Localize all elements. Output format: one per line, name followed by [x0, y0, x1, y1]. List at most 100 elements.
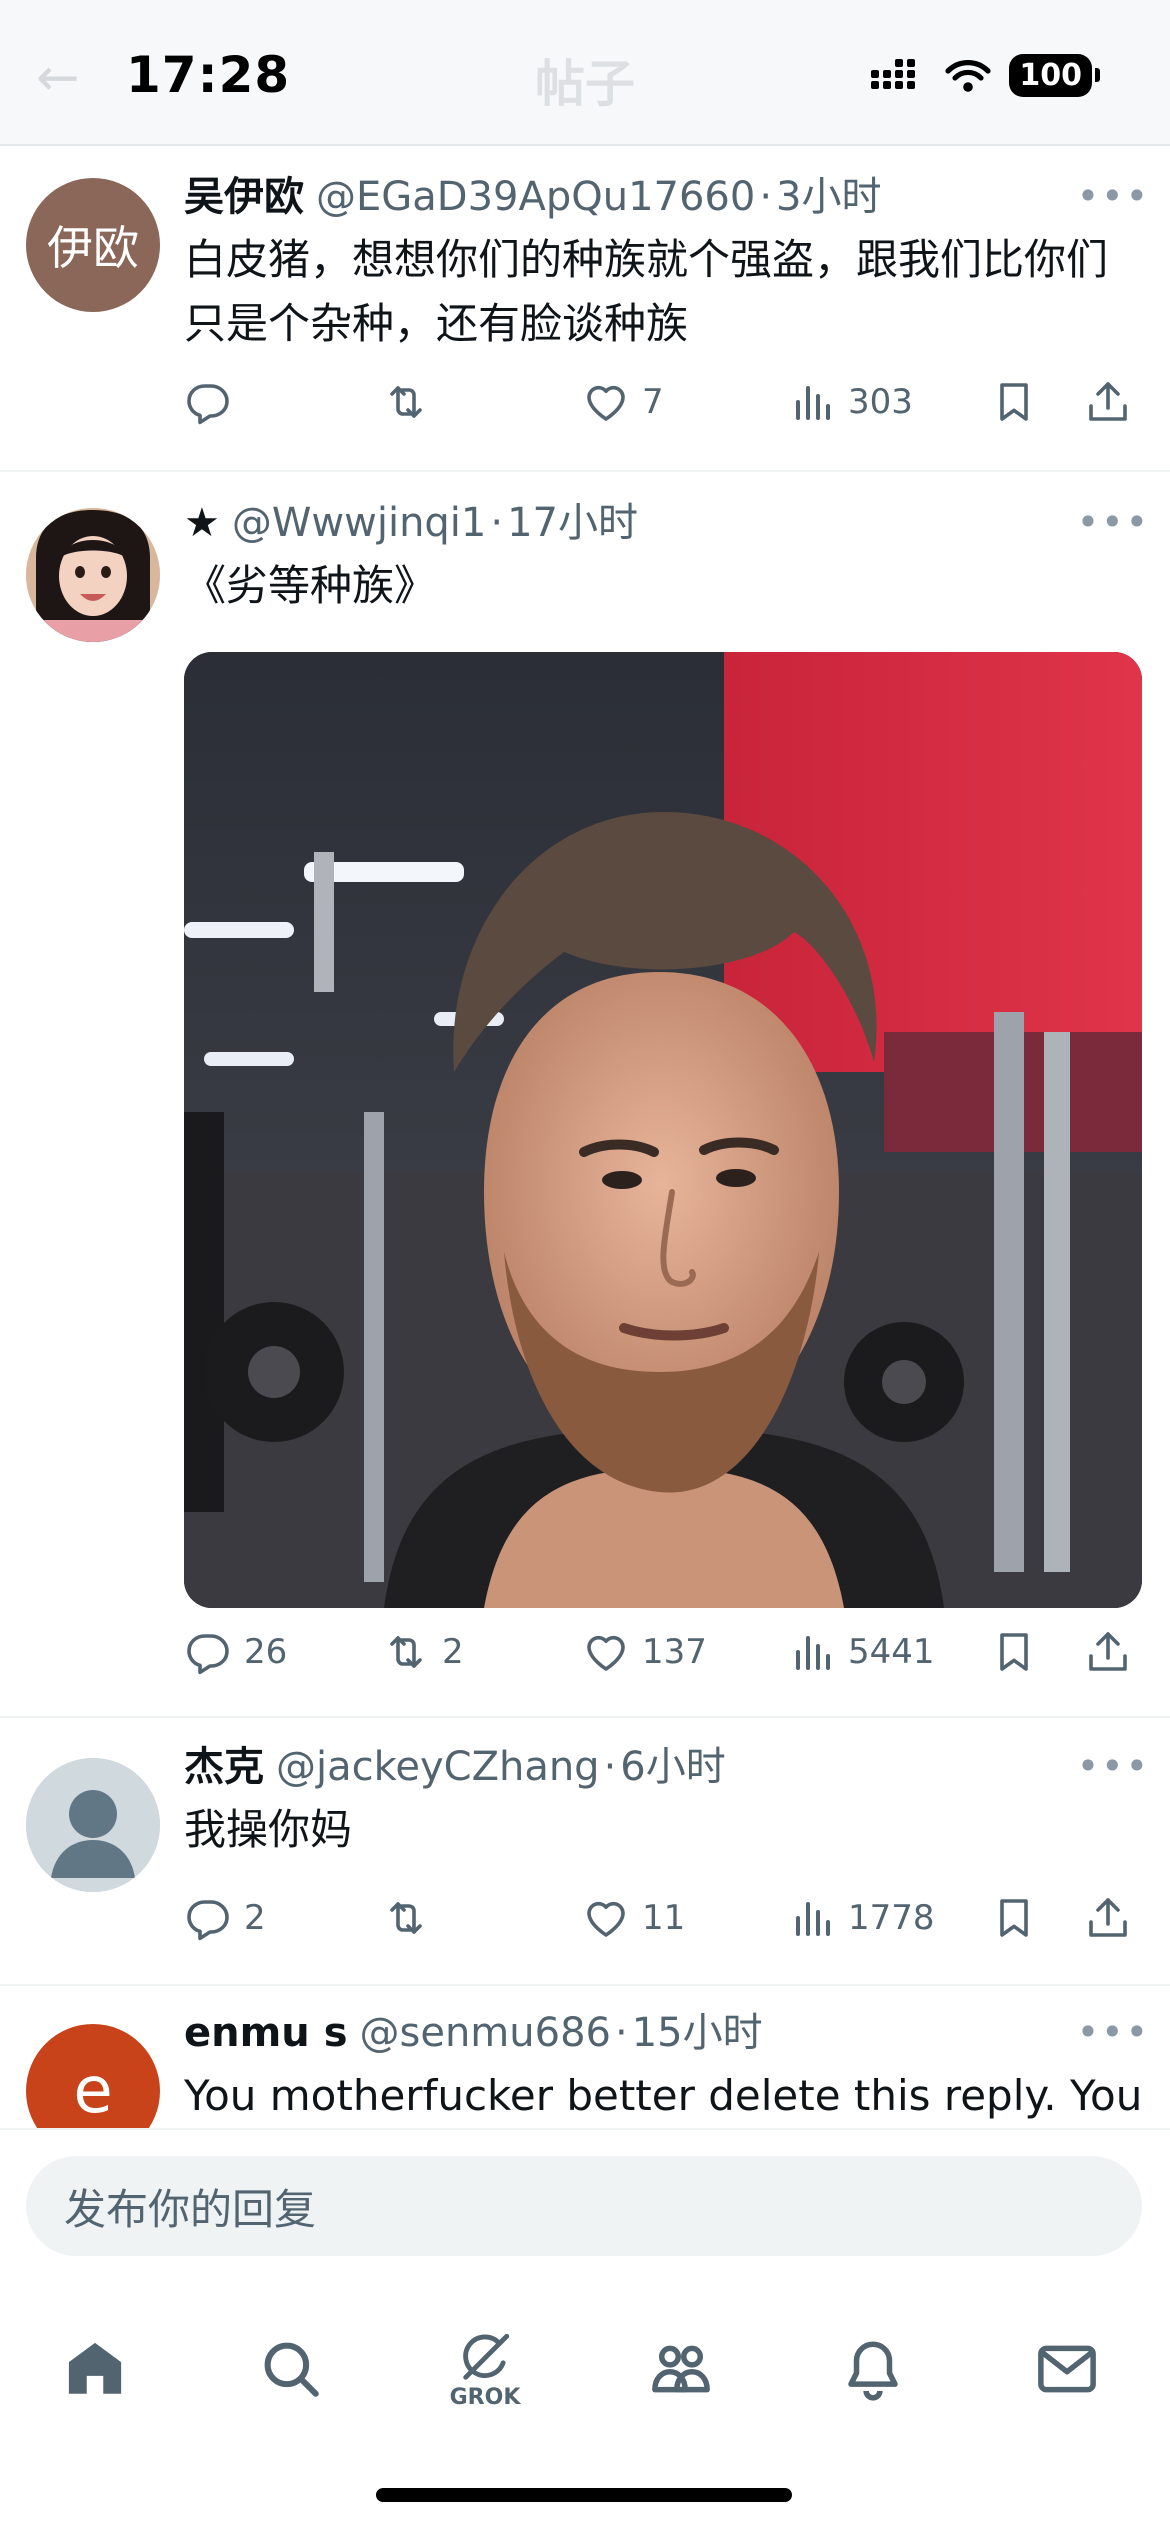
bookmark-icon — [990, 378, 1038, 426]
more-options-icon[interactable]: ••• — [1077, 500, 1150, 544]
tweet-time: 3小时 — [776, 174, 882, 220]
reply-button[interactable] — [184, 378, 244, 426]
tab-notifications[interactable] — [808, 2314, 938, 2424]
grok-icon — [463, 2333, 510, 2380]
status-icons: 100 — [871, 54, 1100, 97]
views-chart-icon — [788, 1628, 836, 1676]
reply-button[interactable]: 26 — [184, 1628, 287, 1676]
battery-indicator: 100 — [1009, 54, 1100, 97]
tweet-text: You motherfucker better delete this repl… — [184, 2071, 1142, 2120]
tweet-time: 6小时 — [620, 1744, 726, 1790]
grok-label: GROK — [449, 2384, 521, 2410]
bookmark-icon — [990, 1628, 1038, 1676]
tab-grok[interactable]: GROK — [420, 2314, 550, 2424]
user-handle[interactable]: @senmu686 — [360, 2008, 611, 2058]
status-time: 17:28 — [126, 46, 291, 104]
bookmark-icon — [990, 1894, 1038, 1942]
display-name[interactable]: enmu s — [184, 2008, 348, 2058]
tweet-text: 《劣等种族》 — [184, 561, 437, 610]
user-handle[interactable]: @Wwwjinqi1 — [232, 498, 487, 548]
heart-icon — [582, 1628, 630, 1676]
retweet-icon — [382, 1894, 430, 1942]
tweet-header: enmu s @senmu686 · 15小时 — [184, 2008, 763, 2058]
bookmark-button[interactable] — [990, 1628, 1038, 1676]
tweet-actions: 2 11 1778 — [184, 1894, 1142, 1954]
home-icon — [68, 2342, 122, 2394]
avatar-text: 伊欧 — [47, 221, 139, 275]
retweet-button[interactable] — [382, 378, 442, 426]
bell-icon — [848, 2341, 898, 2401]
tweet-actions: 26 2 137 5441 — [184, 1628, 1142, 1688]
reply-placeholder: 发布你的回复 — [64, 2184, 317, 2234]
user-handle[interactable]: @jackeyCZhang — [276, 1742, 600, 1792]
bookmark-button[interactable] — [990, 1894, 1038, 1942]
tab-communities[interactable] — [616, 2314, 746, 2424]
default-avatar-icon — [26, 1758, 160, 1892]
retweet-icon — [382, 378, 430, 426]
reply-button[interactable]: 2 — [184, 1894, 266, 1942]
like-button[interactable]: 7 — [582, 378, 664, 426]
tab-home[interactable] — [30, 2314, 160, 2424]
share-button[interactable] — [1084, 1628, 1132, 1676]
views-button[interactable]: 1778 — [788, 1894, 935, 1942]
mail-icon — [1038, 2345, 1096, 2393]
share-button[interactable] — [1084, 378, 1132, 426]
display-name[interactable]: ★ — [184, 498, 220, 548]
avatar[interactable]: 伊欧 — [26, 178, 160, 312]
cellular-signal-icon — [871, 58, 916, 89]
reply-tweet[interactable]: 杰克 @jackeyCZhang · 6小时 我操你妈 ••• 2 11 177… — [0, 1720, 1170, 1986]
reply-tweet[interactable]: 伊欧 吴伊欧 @EGaD39ApQu17660 · 3小时 白皮猪，想想你们的种… — [0, 148, 1170, 472]
retweet-icon — [382, 1628, 430, 1676]
user-handle[interactable]: @EGaD39ApQu17660 — [316, 172, 755, 222]
more-options-icon[interactable]: ••• — [1077, 2010, 1150, 2054]
top-bar: ← 帖子 17:28 100 — [0, 0, 1170, 146]
retweet-button[interactable] — [382, 1894, 442, 1942]
gym-selfie-photo — [184, 652, 1142, 1608]
display-name[interactable]: 吴伊欧 — [184, 172, 304, 222]
tweet-header: 吴伊欧 @EGaD39ApQu17660 · 3小时 — [184, 172, 882, 222]
tweet-header: 杰克 @jackeyCZhang · 6小时 — [184, 1742, 726, 1792]
retweet-button[interactable]: 2 — [382, 1628, 464, 1676]
views-chart-icon — [788, 1894, 836, 1942]
reply-icon — [184, 1894, 232, 1942]
tab-search[interactable] — [226, 2314, 356, 2424]
avatar-text: e — [73, 2054, 113, 2128]
display-name[interactable]: 杰克 — [184, 1742, 264, 1792]
reply-tweet[interactable]: e enmu s @senmu686 · 15小时 You motherfuck… — [0, 1988, 1170, 2128]
tweet-time: 17小时 — [507, 500, 638, 546]
bookmark-button[interactable] — [990, 378, 1038, 426]
heart-icon — [582, 1894, 630, 1942]
tweet-text: 白皮猪，想想你们的种族就个强盗，跟我们比你们只是个杂种，还有脸谈种族 — [184, 235, 1109, 348]
more-options-icon[interactable]: ••• — [1077, 174, 1150, 218]
reply-input[interactable]: 发布你的回复 — [26, 2156, 1142, 2256]
avatar[interactable]: e — [26, 2024, 160, 2128]
share-icon — [1084, 378, 1132, 426]
avatar-photo — [26, 508, 160, 642]
avatar[interactable] — [26, 1758, 160, 1892]
communities-icon — [652, 2345, 710, 2393]
tweet-image[interactable] — [184, 652, 1142, 1608]
reply-tweet[interactable]: ★ @Wwwjinqi1 · 17小时 《劣等种族》 ••• 26 2 137 … — [0, 474, 1170, 1718]
home-indicator — [376, 2488, 792, 2502]
share-button[interactable] — [1084, 1894, 1132, 1942]
tweet-time: 15小时 — [631, 2010, 763, 2056]
like-button[interactable]: 137 — [582, 1628, 707, 1676]
tab-messages[interactable] — [1002, 2314, 1132, 2424]
tweet-header: ★ @Wwwjinqi1 · 17小时 — [184, 498, 638, 548]
wifi-icon — [945, 59, 991, 92]
more-options-icon[interactable]: ••• — [1077, 1744, 1150, 1788]
reply-composer: 发布你的回复 — [0, 2128, 1170, 2290]
search-icon — [264, 2342, 319, 2397]
heart-icon — [582, 378, 630, 426]
views-chart-icon — [788, 378, 836, 426]
tweet-actions: 7 303 — [184, 378, 1142, 438]
like-button[interactable]: 11 — [582, 1894, 685, 1942]
reply-icon — [184, 1628, 232, 1676]
share-icon — [1084, 1894, 1132, 1942]
views-button[interactable]: 5441 — [788, 1628, 935, 1676]
share-icon — [1084, 1628, 1132, 1676]
avatar[interactable] — [26, 508, 160, 642]
tweet-text: 我操你妈 — [184, 1805, 353, 1854]
reply-icon — [184, 378, 232, 426]
views-button[interactable]: 303 — [788, 378, 913, 426]
